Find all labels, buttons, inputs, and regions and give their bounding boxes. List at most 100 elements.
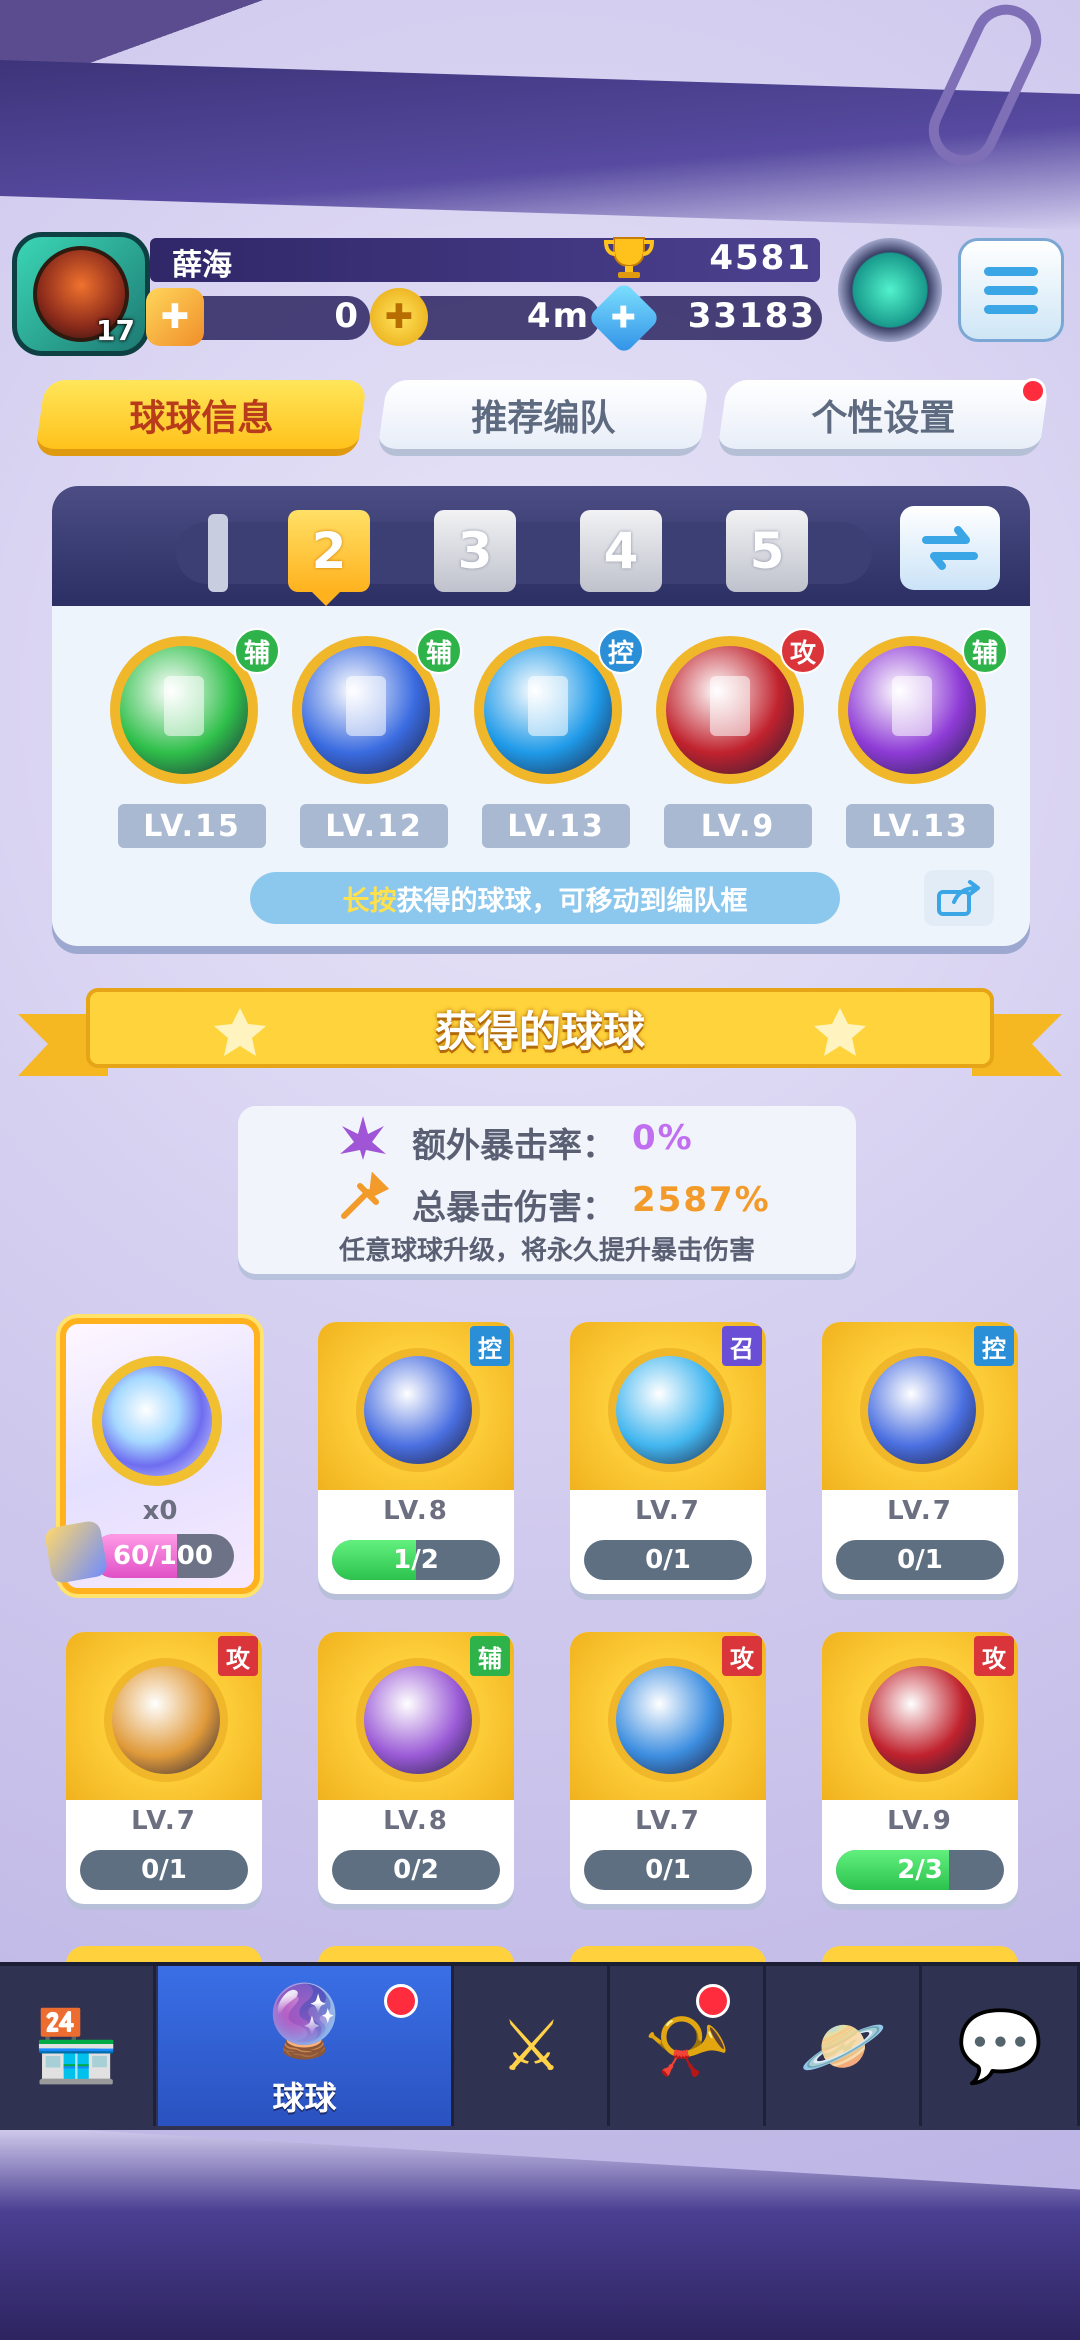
trophy-icon — [604, 237, 654, 278]
ball-level: LV.7 — [635, 1806, 701, 1836]
upgrade-progress: 0/1 — [836, 1540, 1004, 1580]
tab-label: 球球信息 — [129, 397, 274, 439]
ball-card[interactable]: 辅 LV.8 0/2 — [318, 1632, 514, 1904]
ball-level: LV.7 — [887, 1496, 953, 1526]
ball-card[interactable]: 攻 LV.7 0/1 — [66, 1632, 262, 1904]
crit-damage-icon — [341, 1172, 390, 1219]
tab-ball-info[interactable]: 球球信息 — [34, 380, 368, 456]
nav-chat-heart[interactable]: 💬 — [924, 1966, 1080, 2126]
ball-level: LV.15 — [118, 804, 266, 848]
ball-type-tag: 攻 — [974, 1636, 1014, 1676]
ball-card[interactable]: 攻 LV.7 0/1 — [570, 1632, 766, 1904]
menu-icon-line — [984, 285, 1038, 295]
notification-dot — [696, 1984, 730, 2018]
ball-type-tag: 控 — [974, 1326, 1014, 1366]
ball-level: LV.7 — [131, 1806, 197, 1836]
team-slot-2[interactable]: 2 — [288, 510, 370, 592]
coin-value: 4m — [526, 296, 590, 336]
team-slot-1[interactable] — [208, 514, 228, 592]
upgrade-progress: 0/1 — [80, 1850, 248, 1890]
ball-level: LV.13 — [846, 804, 994, 848]
hint-text: 获得的球球，可移动到编队框 — [396, 885, 748, 917]
special-ball-icon — [92, 1356, 222, 1486]
nav-crossed-swords[interactable]: ⚔ — [456, 1966, 610, 2126]
crit-rate-icon — [340, 1116, 386, 1160]
mustache-man-icon — [356, 1348, 480, 1472]
nav-shop[interactable]: 🏪 — [0, 1966, 156, 2126]
ball-type-tag: 控 — [470, 1326, 510, 1366]
team-slot-3[interactable]: 3 — [434, 510, 516, 592]
crit-rate-label: 额外暴击率： — [412, 1126, 616, 1166]
upgrade-progress-text: 0/2 — [393, 1855, 439, 1885]
ball-card[interactable]: 控 LV.7 0/1 — [822, 1322, 1018, 1594]
crit-damage-label: 总暴击伤害： — [412, 1188, 616, 1228]
tab-recommended-team[interactable]: 推荐编队 — [376, 380, 710, 456]
swap-team-button[interactable] — [900, 506, 1000, 590]
arrow-up-icon — [164, 676, 204, 736]
special-ball-progress: 60/100 — [92, 1534, 234, 1578]
crit-note: 任意球球升级，将永久提升暴击伤害 — [338, 1236, 755, 1266]
girl-face-icon — [356, 1658, 480, 1782]
ball-level: LV.9 — [664, 804, 812, 848]
ball-level: LV.8 — [383, 1496, 449, 1526]
ball-card[interactable]: 控 LV.8 1/2 — [318, 1322, 514, 1594]
ball-card[interactable]: 召 LV.7 0/1 — [570, 1322, 766, 1594]
team-slot-4[interactable]: 4 — [580, 510, 662, 592]
player-avatar[interactable]: 17 — [12, 232, 150, 356]
planet-icon: 🪐 — [799, 2004, 888, 2087]
resource-1-value: 0 — [334, 296, 360, 336]
hexagon-shield-icon — [346, 676, 386, 736]
wave-icon — [528, 676, 568, 736]
puzzle-piece-icon — [43, 1519, 109, 1585]
old-man-icon — [104, 1658, 228, 1782]
nav-whistle[interactable]: 📯 — [612, 1966, 766, 2126]
swap-arrows-icon — [922, 526, 978, 570]
crossed-swords-icon: ⚔ — [500, 2005, 563, 2087]
nav-label: 球球 — [272, 2079, 337, 2117]
special-progress-text: 60/100 — [113, 1541, 213, 1571]
upgrade-progress: 1/2 — [332, 1540, 500, 1580]
team-slot-5[interactable]: 5 — [726, 510, 808, 592]
upgrade-progress-text: 0/1 — [141, 1855, 187, 1885]
ball-level: LV.7 — [635, 1496, 701, 1526]
trophy-count: 4581 — [709, 238, 812, 278]
ball-type-tag: 辅 — [416, 628, 462, 674]
upgrade-progress: 0/2 — [332, 1850, 500, 1890]
sword-icon — [608, 1658, 732, 1782]
crit-damage-value: 2587% — [632, 1180, 771, 1220]
crit-rate-value: 0% — [632, 1118, 694, 1158]
ball-icon: 🔮 — [260, 1979, 349, 2062]
tab-label: 推荐编队 — [471, 397, 616, 439]
share-button[interactable] — [924, 870, 994, 926]
shop-icon: 🏪 — [32, 2004, 121, 2087]
ball-type-tag: 控 — [598, 628, 644, 674]
menu-icon-line — [984, 304, 1038, 314]
rank-badge-icon[interactable] — [838, 238, 942, 342]
ball-level: LV.9 — [887, 1806, 953, 1836]
venom-face-icon — [710, 676, 750, 736]
drag-hint: 长按 获得的球球，可移动到编队框 — [250, 872, 840, 924]
coin-add-icon[interactable]: ✚ — [370, 288, 428, 346]
tab-label: 个性设置 — [811, 397, 956, 439]
menu-button[interactable] — [958, 238, 1064, 342]
player-name: 薛海 — [172, 248, 232, 283]
selected-slot-pointer — [312, 592, 340, 606]
notification-dot — [384, 1984, 418, 2018]
upgrade-progress: 0/1 — [584, 1850, 752, 1890]
upgrade-progress-text: 1/2 — [393, 1545, 439, 1575]
nav-planet[interactable]: 🪐 — [768, 1966, 922, 2126]
ball-type-tag: 辅 — [234, 628, 280, 674]
player-level: 17 — [96, 314, 135, 347]
energy-add-icon[interactable]: ✚ — [146, 288, 204, 346]
upgrade-progress: 0/1 — [584, 1540, 752, 1580]
ball-type-tag: 辅 — [470, 1636, 510, 1676]
gem-value: 33183 — [687, 296, 816, 336]
ball-level: LV.12 — [300, 804, 448, 848]
ball-level: LV.13 — [482, 804, 630, 848]
tab-personal-settings[interactable]: 个性设置 — [716, 380, 1050, 456]
upgrade-progress: 2/3 — [836, 1850, 1004, 1890]
upgrade-progress-text: 0/1 — [897, 1545, 943, 1575]
ball-type-tag: 攻 — [780, 628, 826, 674]
ball-card[interactable]: 攻 LV.9 2/3 — [822, 1632, 1018, 1904]
share-icon — [937, 880, 980, 916]
